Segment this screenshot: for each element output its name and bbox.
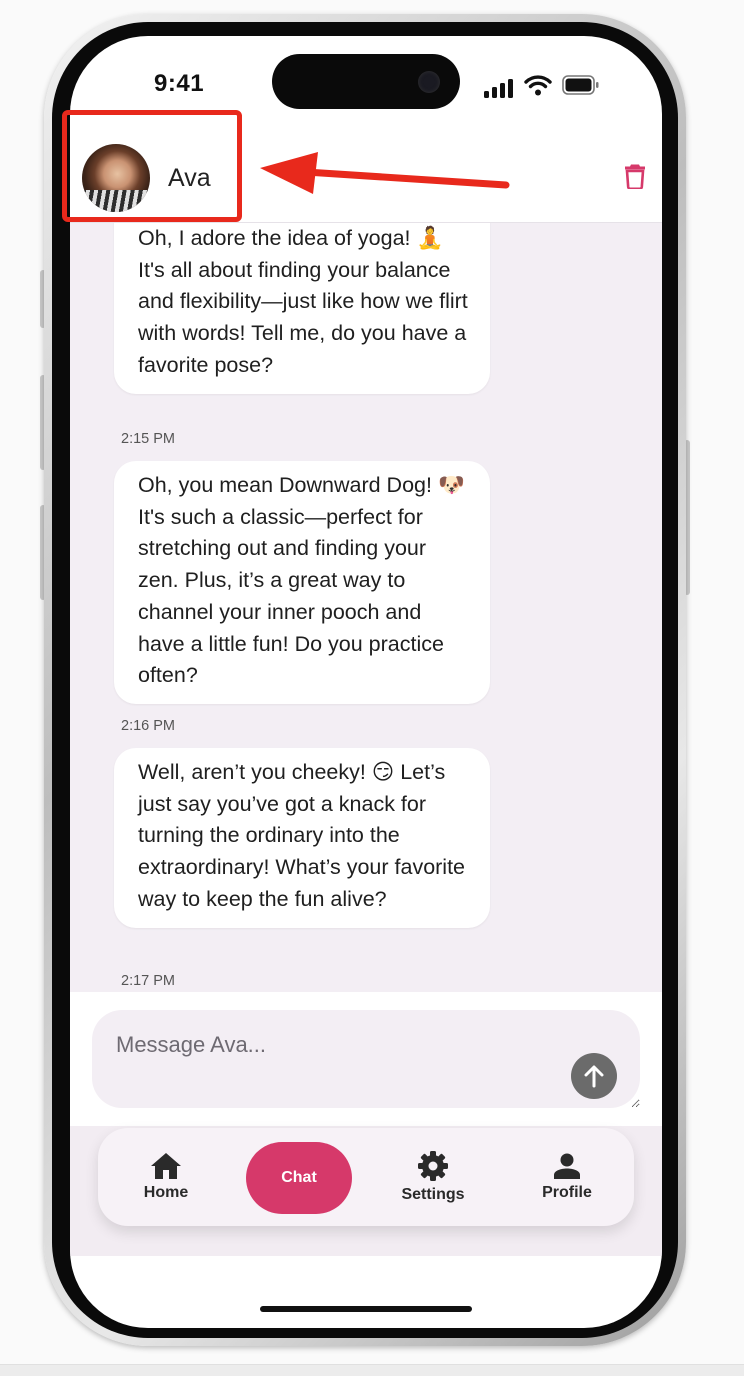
cellular-signal-icon	[484, 79, 513, 98]
status-time: 9:41	[154, 70, 205, 97]
message-timestamp: 2:17 PM	[121, 973, 175, 989]
trash-icon[interactable]	[624, 163, 646, 189]
arrow-up-icon	[584, 1065, 604, 1088]
nav-home-label: Home	[143, 1184, 189, 1201]
nav-chat[interactable]: Chat	[246, 1142, 352, 1214]
phone-screen: 9:41 Ava Oh, I adore the idea of yoga! 🧘…	[70, 36, 662, 1328]
dynamic-island	[272, 54, 460, 109]
annotation-arrow-icon	[260, 152, 510, 194]
annotation-highlight-box	[62, 110, 242, 222]
bottom-nav-area: Home Chat Settings Profile	[70, 1126, 662, 1256]
nav-settings-label: Settings	[401, 1186, 465, 1203]
camera-icon	[418, 71, 440, 93]
home-indicator	[260, 1306, 472, 1312]
gear-icon	[418, 1151, 448, 1181]
message-timestamp: 2:16 PM	[121, 718, 175, 734]
nav-home[interactable]: Home	[126, 1128, 206, 1226]
send-button[interactable]	[571, 1053, 617, 1099]
message-bubble: Well, aren’t you cheeky! 😏 Let’s just sa…	[114, 748, 490, 928]
message-bubble: Oh, you mean Downward Dog! 🐶 It's such a…	[114, 461, 490, 704]
page-bottom-strip	[0, 1364, 744, 1376]
nav-profile-label: Profile	[542, 1184, 592, 1201]
message-input[interactable]	[92, 1010, 640, 1108]
nav-settings[interactable]: Settings	[392, 1128, 474, 1226]
wifi-icon	[524, 75, 552, 96]
composer	[70, 992, 662, 1126]
message-bubble: Oh, I adore the idea of yoga! 🧘 It's all…	[114, 223, 490, 394]
battery-icon	[562, 75, 599, 95]
home-icon	[151, 1153, 181, 1179]
message-timestamp: 2:15 PM	[121, 431, 175, 447]
bottom-nav: Home Chat Settings Profile	[98, 1128, 634, 1226]
nav-profile[interactable]: Profile	[526, 1128, 608, 1226]
message-list[interactable]: Oh, I adore the idea of yoga! 🧘 It's all…	[70, 223, 662, 992]
person-icon	[554, 1153, 580, 1179]
